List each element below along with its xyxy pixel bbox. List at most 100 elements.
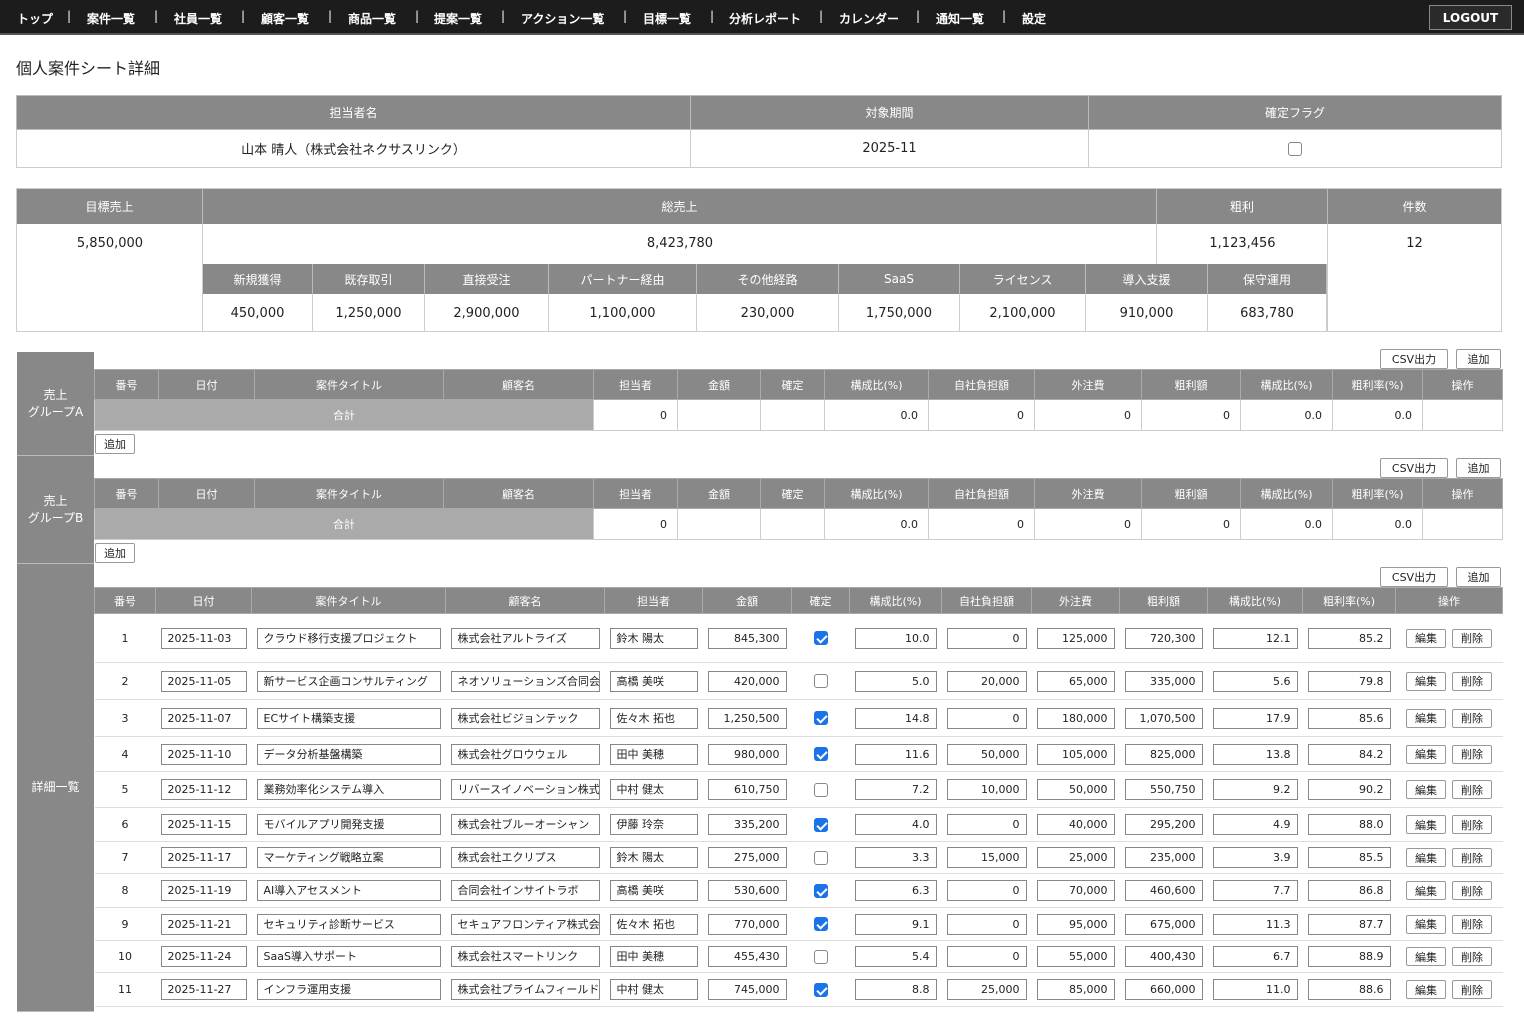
customer-field[interactable]: 株式会社ビジョンテック: [450, 707, 600, 729]
confirmed-checkbox[interactable]: [813, 817, 828, 832]
own-cost-field[interactable]: 0: [946, 946, 1027, 967]
gross-ratio-field[interactable]: 5.6: [1212, 670, 1298, 692]
edit-button[interactable]: 編集: [1406, 881, 1446, 900]
gross-ratio-field[interactable]: 9.2: [1212, 779, 1298, 800]
ratio-field[interactable]: 11.6: [854, 743, 937, 765]
amount-field[interactable]: 980,000: [707, 743, 787, 765]
gross-ratio-field[interactable]: 3.9: [1212, 847, 1298, 868]
gross-field[interactable]: 675,000: [1124, 913, 1203, 935]
logout-button[interactable]: LOGOUT: [1429, 5, 1512, 30]
date-field[interactable]: 2025-11-03: [160, 627, 247, 649]
amount-field[interactable]: 745,000: [707, 979, 787, 1000]
gross-ratio-field[interactable]: 12.1: [1212, 627, 1298, 649]
gross-field[interactable]: 720,300: [1124, 627, 1203, 649]
outsource-field[interactable]: 65,000: [1036, 670, 1115, 692]
detail-add-button[interactable]: 追加: [1456, 567, 1501, 587]
confirmed-flag-checkbox[interactable]: [1288, 141, 1302, 156]
confirmed-checkbox[interactable]: [813, 674, 828, 688]
confirmed-checkbox[interactable]: [813, 782, 828, 797]
ratio-field[interactable]: 3.3: [854, 847, 937, 868]
edit-button[interactable]: 編集: [1406, 671, 1446, 691]
own-cost-field[interactable]: 0: [946, 627, 1027, 649]
ratio-field[interactable]: 8.8: [854, 979, 937, 1000]
date-field[interactable]: 2025-11-10: [160, 743, 247, 765]
outsource-field[interactable]: 55,000: [1036, 946, 1115, 967]
nav-item-products[interactable]: 商品一覧: [348, 10, 396, 27]
own-cost-field[interactable]: 0: [946, 707, 1027, 729]
customer-field[interactable]: リバースイノベーション株式会社: [450, 779, 600, 800]
title-field[interactable]: データ分析基盤構築: [256, 743, 441, 765]
edit-button[interactable]: 編集: [1406, 980, 1446, 999]
gross-field[interactable]: 335,000: [1124, 670, 1203, 692]
group-b-csv-button[interactable]: CSV出力: [1380, 458, 1448, 478]
outsource-field[interactable]: 85,000: [1036, 979, 1115, 1000]
person-field[interactable]: 田中 美穂: [609, 743, 698, 765]
ratio-field[interactable]: 7.2: [854, 779, 937, 800]
ratio-field[interactable]: 10.0: [854, 627, 937, 649]
ratio-field[interactable]: 4.0: [854, 814, 937, 835]
confirmed-checkbox[interactable]: [813, 631, 828, 645]
gross-ratio-field[interactable]: 11.0: [1212, 979, 1298, 1000]
gross-ratio-field[interactable]: 17.9: [1212, 707, 1298, 729]
date-field[interactable]: 2025-11-15: [160, 814, 247, 835]
outsource-field[interactable]: 95,000: [1036, 913, 1115, 935]
date-field[interactable]: 2025-11-24: [160, 946, 247, 967]
title-field[interactable]: セキュリティ診断サービス: [256, 913, 441, 935]
ratio-field[interactable]: 6.3: [854, 880, 937, 901]
margin-field[interactable]: 84.2: [1307, 743, 1391, 765]
confirmed-checkbox[interactable]: [813, 850, 828, 865]
customer-field[interactable]: 株式会社ブルーオーシャン: [450, 814, 600, 835]
confirmed-checkbox[interactable]: [813, 917, 828, 931]
gross-field[interactable]: 825,000: [1124, 743, 1203, 765]
person-field[interactable]: 中村 健太: [609, 979, 698, 1000]
amount-field[interactable]: 420,000: [707, 670, 787, 692]
margin-field[interactable]: 88.6: [1307, 979, 1391, 1000]
outsource-field[interactable]: 125,000: [1036, 627, 1115, 649]
edit-button[interactable]: 編集: [1406, 628, 1446, 648]
delete-button[interactable]: 削除: [1452, 780, 1492, 799]
margin-field[interactable]: 87.7: [1307, 913, 1391, 935]
ratio-field[interactable]: 14.8: [854, 707, 937, 729]
nav-item-customers[interactable]: 顧客一覧: [261, 10, 309, 27]
ratio-field[interactable]: 9.1: [854, 913, 937, 935]
margin-field[interactable]: 88.0: [1307, 814, 1391, 835]
group-a-add-button-top[interactable]: 追加: [1456, 349, 1501, 369]
own-cost-field[interactable]: 20,000: [946, 670, 1027, 692]
nav-item-goals[interactable]: 目標一覧: [643, 10, 691, 27]
delete-button[interactable]: 削除: [1452, 980, 1492, 999]
amount-field[interactable]: 455,430: [707, 946, 787, 967]
delete-button[interactable]: 削除: [1452, 815, 1492, 834]
outsource-field[interactable]: 180,000: [1036, 707, 1115, 729]
delete-button[interactable]: 削除: [1452, 628, 1492, 648]
margin-field[interactable]: 90.2: [1307, 779, 1391, 800]
own-cost-field[interactable]: 10,000: [946, 779, 1027, 800]
detail-csv-button[interactable]: CSV出力: [1380, 567, 1448, 587]
title-field[interactable]: AI導入アセスメント: [256, 880, 441, 901]
amount-field[interactable]: 275,000: [707, 847, 787, 868]
gross-ratio-field[interactable]: 7.7: [1212, 880, 1298, 901]
margin-field[interactable]: 85.5: [1307, 847, 1391, 868]
outsource-field[interactable]: 40,000: [1036, 814, 1115, 835]
gross-field[interactable]: 295,200: [1124, 814, 1203, 835]
delete-button[interactable]: 削除: [1452, 848, 1492, 867]
nav-item-settings[interactable]: 設定: [1022, 10, 1046, 27]
person-field[interactable]: 鈴木 陽太: [609, 847, 698, 868]
amount-field[interactable]: 610,750: [707, 779, 787, 800]
customer-field[interactable]: 株式会社プライムフィールド: [450, 979, 600, 1000]
group-b-add-button-top[interactable]: 追加: [1456, 458, 1501, 478]
delete-button[interactable]: 削除: [1452, 744, 1492, 764]
group-b-add-button[interactable]: 追加: [95, 543, 135, 563]
margin-field[interactable]: 79.8: [1307, 670, 1391, 692]
delete-button[interactable]: 削除: [1452, 708, 1492, 728]
gross-ratio-field[interactable]: 13.8: [1212, 743, 1298, 765]
margin-field[interactable]: 86.8: [1307, 880, 1391, 901]
group-a-csv-button[interactable]: CSV出力: [1380, 349, 1448, 369]
own-cost-field[interactable]: 0: [946, 814, 1027, 835]
title-field[interactable]: ECサイト構築支援: [256, 707, 441, 729]
amount-field[interactable]: 335,200: [707, 814, 787, 835]
person-field[interactable]: 高橋 美咲: [609, 880, 698, 901]
own-cost-field[interactable]: 0: [946, 880, 1027, 901]
outsource-field[interactable]: 50,000: [1036, 779, 1115, 800]
customer-field[interactable]: 株式会社スマートリンク: [450, 946, 600, 967]
own-cost-field[interactable]: 25,000: [946, 979, 1027, 1000]
